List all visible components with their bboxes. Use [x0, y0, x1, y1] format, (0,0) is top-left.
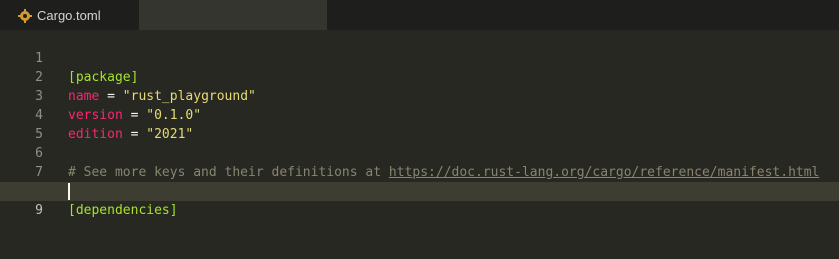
tab-cargo-toml[interactable]: Cargo.toml — [0, 0, 139, 30]
tab-bar-empty-area — [139, 0, 327, 30]
code-line[interactable]: 4 edition = "2021" — [0, 87, 839, 142]
code-line[interactable]: 5 — [0, 106, 839, 142]
line-number: 9 — [35, 203, 43, 218]
code-line-active[interactable]: 9 — [0, 182, 839, 218]
code-line[interactable]: 3 version = "0.1.0" — [0, 68, 839, 123]
code-line[interactable]: 6 # See more keys and their definitions … — [0, 125, 839, 180]
text-cursor — [68, 183, 70, 200]
tab-bar: Cargo.toml — [0, 0, 839, 30]
table-header: [dependencies] — [68, 203, 178, 218]
tab-label: Cargo.toml — [37, 7, 101, 23]
code-line[interactable]: 1 [package] — [0, 30, 839, 85]
code-line[interactable]: 7 — [0, 144, 839, 180]
code-line[interactable]: 8 [dependencies] — [0, 163, 839, 218]
gear-icon — [18, 8, 32, 23]
code-editor[interactable]: 1 [package] 2 name = "rust_playground" 3… — [0, 30, 839, 259]
code-line[interactable]: 2 name = "rust_playground" — [0, 49, 839, 104]
